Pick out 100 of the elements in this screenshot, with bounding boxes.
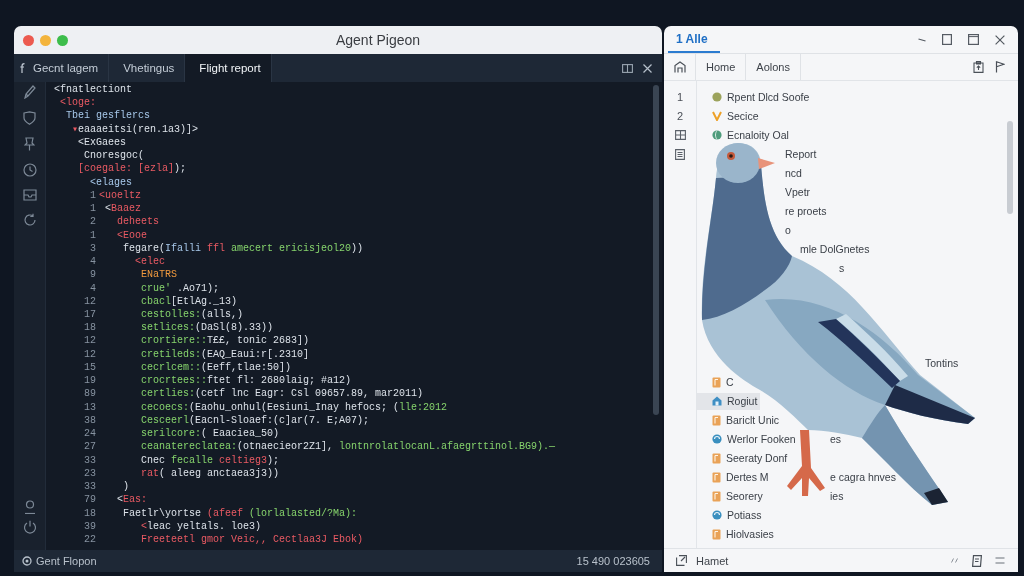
- code-line: deheets: [117, 215, 160, 229]
- document-icon[interactable]: [972, 554, 982, 567]
- line-number: 79: [84, 494, 96, 506]
- shield-icon[interactable]: [23, 111, 36, 125]
- list-item[interactable]: Secice: [697, 108, 759, 124]
- list-item[interactable]: ncd: [785, 165, 802, 181]
- code-line: <elages: [90, 175, 133, 189]
- list-item[interactable]: Dertes M: [697, 469, 769, 485]
- line-number: 18: [84, 507, 96, 519]
- minimize-icon[interactable]: [918, 37, 926, 42]
- toolbar-button[interactable]: Aolons: [746, 54, 801, 80]
- code-line: ): [123, 480, 130, 494]
- pigeon-beak: [758, 158, 775, 169]
- code-line: cecrlcem::(Eeff,tlae:50]): [141, 360, 292, 375]
- list-item[interactable]: Rpent Dlcd Soofe: [697, 89, 810, 105]
- gutter-number: 1: [676, 91, 684, 103]
- code-line: Faetlr\yortse (afeef (lorlalasted/?Ma):: [123, 506, 358, 520]
- line-number: 12: [84, 348, 96, 360]
- toolbar-button[interactable]: Home: [695, 54, 747, 80]
- pin-icon[interactable]: [24, 137, 35, 151]
- panel-tab[interactable]: 1 Alle: [668, 26, 720, 53]
- code-line: Cnoresgoc(: [84, 149, 145, 163]
- code-line: serilcore:( Eaaciea_50): [141, 427, 280, 441]
- clipboard-icon[interactable]: [973, 61, 984, 73]
- inbox-icon[interactable]: [22, 189, 37, 201]
- scrollbar[interactable]: [653, 85, 659, 415]
- code-line: cestolles:(alls,): [141, 308, 244, 322]
- close-button[interactable]: [23, 34, 34, 46]
- document-icon[interactable]: [675, 148, 685, 160]
- power-icon[interactable]: [22, 520, 37, 534]
- code-line: [coegale: [ezla]);: [78, 162, 187, 176]
- window-icon[interactable]: [968, 34, 979, 45]
- code-line: <Baaez: [105, 202, 142, 216]
- list-item[interactable]: Potiass: [697, 507, 762, 523]
- line-number: 39: [84, 520, 96, 532]
- close-icon[interactable]: [643, 63, 652, 73]
- code-line: crue' .Ao71);: [141, 281, 220, 295]
- code-line: <loge:: [60, 96, 97, 110]
- code-line: certlies:(cetf lnc Eagr: Csl 09657.89, mar2011): [141, 387, 424, 401]
- list-item[interactable]: s: [839, 260, 845, 276]
- list-item[interactable]: re proets: [785, 203, 827, 219]
- close-icon[interactable]: [995, 34, 1005, 45]
- footer-text: Hamet: [696, 554, 729, 567]
- list-item[interactable]: C: [697, 374, 734, 390]
- scrollbar[interactable]: [1007, 121, 1013, 214]
- maximize-icon[interactable]: [942, 34, 952, 45]
- refresh-icon[interactable]: [22, 213, 37, 227]
- function-icon: [20, 63, 25, 73]
- square-arrow-icon[interactable]: [676, 555, 687, 566]
- line-number: 15: [84, 361, 96, 373]
- flag-icon[interactable]: [995, 61, 1005, 73]
- person-icon[interactable]: [23, 500, 36, 514]
- line-number: 2: [90, 216, 96, 228]
- item-label: ies: [830, 490, 845, 502]
- code-line: <Eas:: [117, 493, 148, 507]
- code-line: ENaTRS: [141, 268, 178, 282]
- code-line: setlices:(DaSl(8).33)): [141, 321, 274, 335]
- line-number: 3: [90, 242, 96, 254]
- list-item[interactable]: Rogiut: [697, 392, 761, 410]
- list-item[interactable]: mle DolGnetes: [800, 241, 870, 257]
- code-line: ▾eaaaeitsi(ren.1a3)]>: [72, 122, 199, 136]
- line-number: 23: [84, 467, 96, 479]
- split-icon[interactable]: [622, 63, 633, 73]
- line-number: 18: [84, 322, 96, 334]
- code-line: Cesceerl(Eacnl-Sloaef:(c]ar(7. E;A07);: [141, 413, 370, 428]
- list-item[interactable]: Seorery: [697, 488, 763, 504]
- line-number: 13: [84, 401, 96, 413]
- line-number: 89: [84, 388, 96, 400]
- list-item[interactable]: o: [785, 222, 791, 238]
- code-line: Freeteetl gmor Veic,, Cectlaa3J Ebok): [141, 532, 364, 547]
- code-line: fegare(Ifalli ffl amecert ericisjeol20)): [123, 241, 364, 256]
- list-item[interactable]: Report: [785, 146, 817, 162]
- pigeon-eye: [727, 152, 735, 160]
- line-number: 27: [84, 441, 96, 453]
- code-line: cbacl[EtlAg._13): [141, 294, 238, 308]
- line-number: 24: [84, 428, 96, 440]
- list-item[interactable]: Vpetr: [785, 184, 811, 200]
- line-number: 1: [90, 229, 96, 241]
- slashes-icon[interactable]: [951, 558, 959, 563]
- pencil-icon[interactable]: [23, 85, 36, 99]
- list-item[interactable]: Ecnaloity Oal: [697, 127, 789, 143]
- clock-icon[interactable]: [22, 163, 37, 177]
- line-number: 17: [84, 309, 96, 320]
- code-line: <Eooe: [117, 228, 148, 242]
- window-title: Agent Pigeon: [335, 32, 421, 48]
- list-item[interactable]: Hiolvasies: [697, 526, 774, 542]
- grid-icon[interactable]: [674, 130, 686, 140]
- line-number: 22: [84, 533, 96, 545]
- list-item[interactable]: Tontins: [925, 355, 959, 371]
- ring-icon: [22, 556, 32, 566]
- list-item[interactable]: Werlor Fooken: [697, 431, 796, 447]
- list-item[interactable]: Bariclt Unic: [697, 412, 780, 428]
- list-item[interactable]: Seeraty Donf: [697, 450, 788, 466]
- house-icon[interactable]: [674, 61, 686, 73]
- code-line: <leac yeltals. loe3): [141, 519, 262, 533]
- item-label: es: [830, 433, 843, 445]
- line-number: 38: [84, 414, 96, 426]
- code-line: ceanatereclatea:(otnaecieor2Z1], lontnrolatlocanL.afaegrttinol.BG9).—: [141, 440, 556, 454]
- code-line: Cnec fecalle celtieg3);: [141, 453, 280, 467]
- editor-tab[interactable]: Flight report: [185, 54, 272, 82]
